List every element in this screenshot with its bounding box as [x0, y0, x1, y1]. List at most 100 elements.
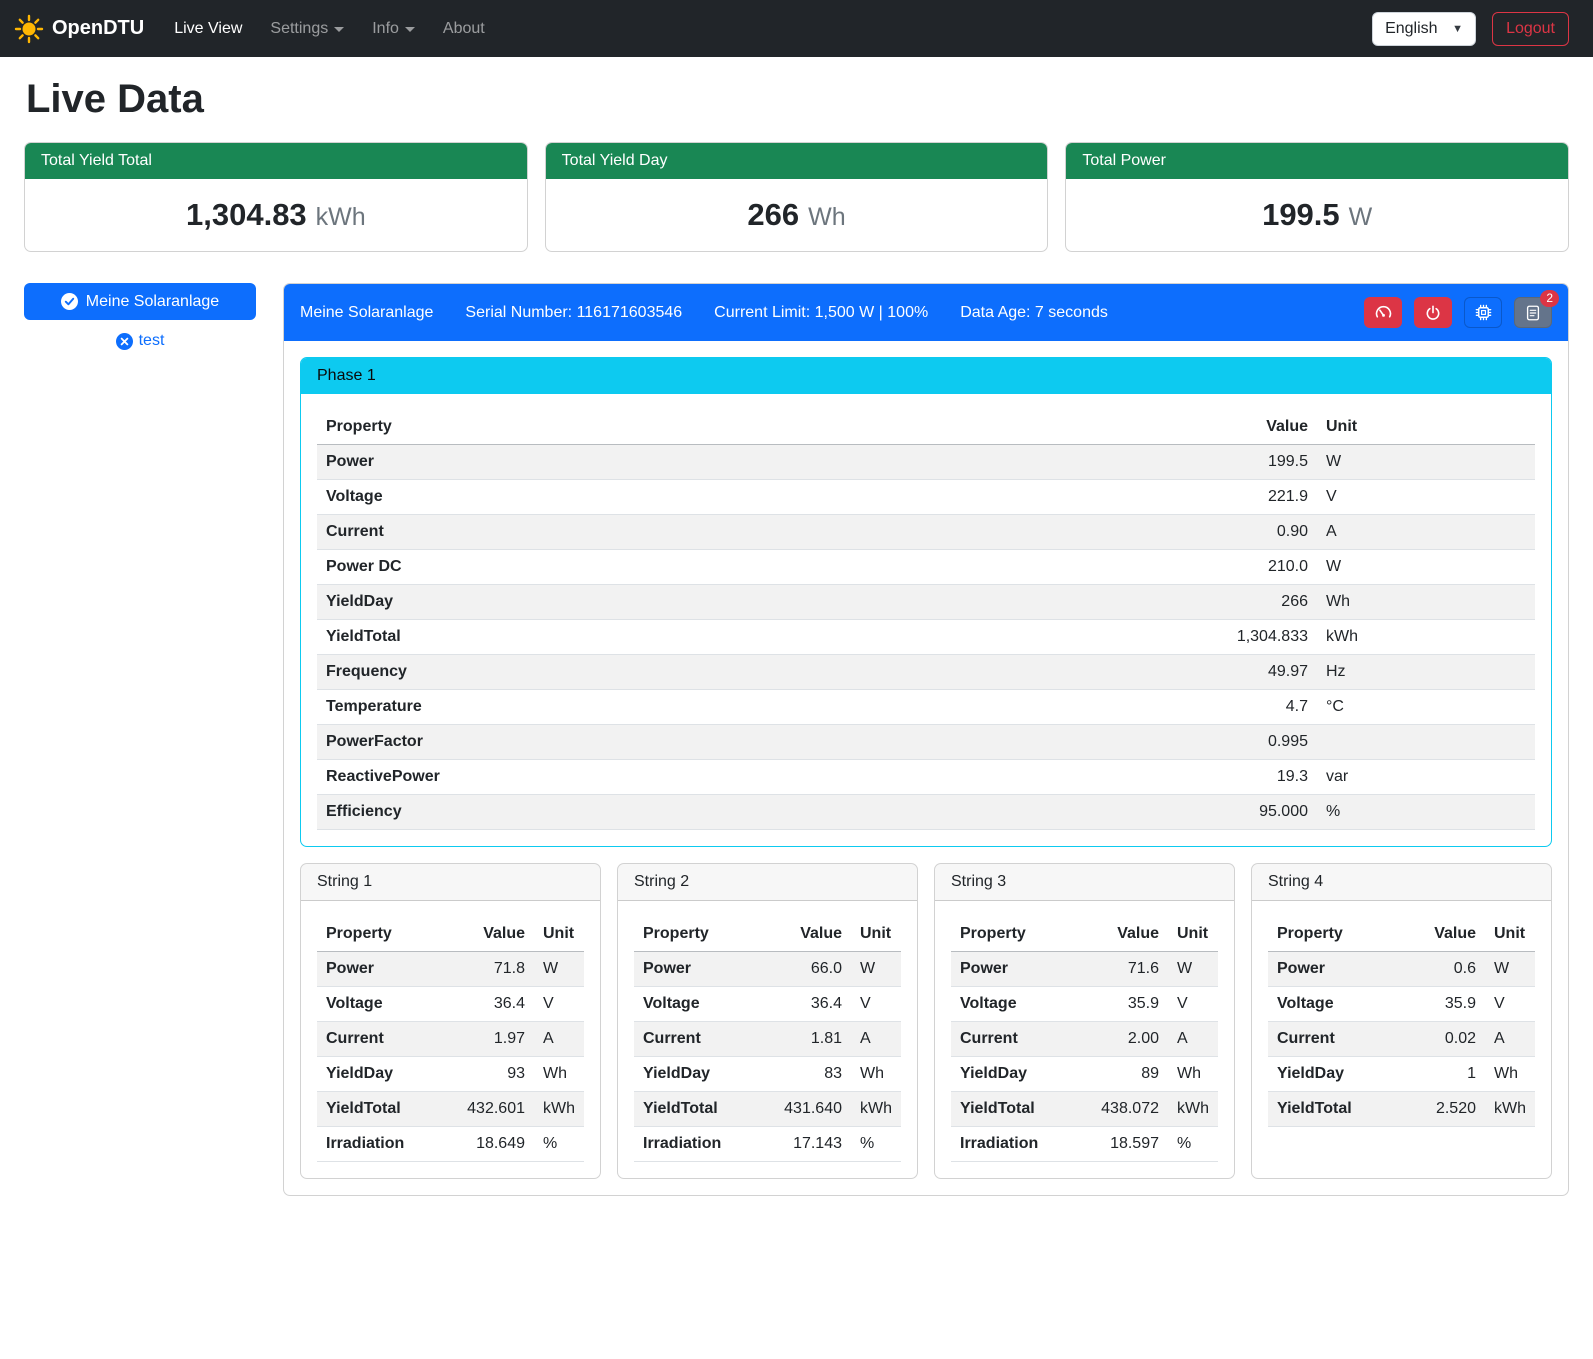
card-total-yield-day: Total Yield Day 266 Wh [545, 142, 1049, 252]
card-title: Total Yield Total [25, 143, 527, 179]
check-circle-icon [61, 293, 78, 310]
language-select[interactable]: English ▼ [1372, 12, 1476, 46]
brand[interactable]: OpenDTU [14, 14, 144, 44]
nav-settings[interactable]: Settings [258, 12, 356, 46]
inverter-serial: Serial Number: 116171603546 [465, 304, 682, 322]
value-cell: 36.4 [429, 987, 534, 1022]
table-row: Current1.97A [317, 1022, 584, 1057]
string-title: String 4 [1252, 864, 1551, 901]
nav-info[interactable]: Info [360, 12, 427, 46]
value-cell: 0.995 [1187, 725, 1317, 760]
property-cell: Current [317, 1022, 429, 1057]
sidebar-item-inactive-inverter[interactable]: test [24, 331, 256, 351]
page-container: Live Data Total Yield Total 1,304.83 kWh… [0, 57, 1593, 1220]
card-total-yield-total: Total Yield Total 1,304.83 kWh [24, 142, 528, 252]
unit-cell: Hz [1317, 655, 1535, 690]
column-header-value: Value [1063, 917, 1168, 952]
property-cell: YieldDay [317, 585, 1187, 620]
column-header-value: Value [746, 917, 851, 952]
column-header-unit: Unit [1485, 917, 1535, 952]
column-header-value: Value [1187, 410, 1317, 445]
card-total-power: Total Power 199.5 W [1065, 142, 1569, 252]
table-row: YieldDay89Wh [951, 1057, 1218, 1092]
inverter-panel-header: Meine Solaranlage Serial Number: 1161716… [284, 284, 1568, 341]
unit-cell: A [1485, 1022, 1535, 1057]
cpu-icon [1474, 303, 1493, 322]
phase-card: Phase 1 Property Value Unit P [300, 357, 1552, 847]
summary-row: Total Yield Total 1,304.83 kWh Total Yie… [24, 142, 1569, 252]
logout-button[interactable]: Logout [1492, 12, 1569, 46]
card-value: 266 [747, 197, 799, 233]
table-row: Irradiation18.597% [951, 1127, 1218, 1162]
column-header-property: Property [1268, 917, 1380, 952]
caret-down-icon [405, 27, 415, 32]
value-cell: 49.97 [1187, 655, 1317, 690]
nav-live-view-label: Live View [174, 20, 242, 38]
table-row: YieldDay83Wh [634, 1057, 901, 1092]
property-cell: YieldTotal [634, 1092, 746, 1127]
property-cell: YieldDay [1268, 1057, 1380, 1092]
unit-cell: var [1317, 760, 1535, 795]
table-row: ReactivePower19.3var [317, 760, 1535, 795]
table-row: Current2.00A [951, 1022, 1218, 1057]
card-value: 1,304.83 [186, 197, 307, 233]
nav-live-view[interactable]: Live View [162, 12, 254, 46]
value-cell: 438.072 [1063, 1092, 1168, 1127]
table-row: Voltage35.9V [1268, 987, 1535, 1022]
table-header-row: Property Value Unit [1268, 917, 1535, 952]
unit-cell: Wh [1168, 1057, 1218, 1092]
value-cell: 266 [1187, 585, 1317, 620]
property-cell: Current [951, 1022, 1063, 1057]
table-row: Power199.5W [317, 445, 1535, 480]
table-row: YieldDay266Wh [317, 585, 1535, 620]
column-header-property: Property [317, 917, 429, 952]
table-row: YieldDay93Wh [317, 1057, 584, 1092]
nav-links: Live View Settings Info About [162, 12, 1372, 46]
unit-cell: V [851, 987, 901, 1022]
property-cell: YieldDay [317, 1057, 429, 1092]
device-info-button[interactable] [1464, 297, 1502, 328]
unit-cell [1317, 725, 1535, 760]
column-header-unit: Unit [1317, 410, 1535, 445]
table-row: Current1.81A [634, 1022, 901, 1057]
unit-cell: kWh [851, 1092, 901, 1127]
property-cell: Voltage [317, 987, 429, 1022]
unit-cell: W [1317, 445, 1535, 480]
sidebar-item-active-inverter[interactable]: Meine Solaranlage [24, 283, 256, 320]
caret-down-icon [334, 27, 344, 32]
value-cell: 35.9 [1063, 987, 1168, 1022]
table-header-row: Property Value Unit [317, 410, 1535, 445]
property-cell: YieldTotal [317, 1092, 429, 1127]
nav-about[interactable]: About [431, 12, 497, 46]
table-row: YieldTotal2.520kWh [1268, 1092, 1535, 1127]
limit-settings-button[interactable] [1364, 297, 1402, 328]
value-cell: 221.9 [1187, 480, 1317, 515]
value-cell: 1,304.833 [1187, 620, 1317, 655]
property-cell: Irradiation [634, 1127, 746, 1162]
property-cell: YieldDay [951, 1057, 1063, 1092]
table-header-row: Property Value Unit [951, 917, 1218, 952]
unit-cell: W [534, 952, 584, 987]
unit-cell: A [1168, 1022, 1218, 1057]
value-cell: 2.00 [1063, 1022, 1168, 1057]
property-cell: YieldTotal [1268, 1092, 1380, 1127]
value-cell: 1.81 [746, 1022, 851, 1057]
table-row: Irradiation17.143% [634, 1127, 901, 1162]
column-header-unit: Unit [1168, 917, 1218, 952]
value-cell: 17.143 [746, 1127, 851, 1162]
phase-title: Phase 1 [301, 358, 1551, 394]
chevron-down-icon: ▼ [1452, 23, 1463, 35]
event-log-button[interactable]: 2 [1514, 297, 1552, 328]
property-cell: Temperature [317, 690, 1187, 725]
unit-cell: W [1168, 952, 1218, 987]
power-button[interactable] [1414, 297, 1452, 328]
property-cell: ReactivePower [317, 760, 1187, 795]
value-cell: 19.3 [1187, 760, 1317, 795]
value-cell: 1.97 [429, 1022, 534, 1057]
value-cell: 71.6 [1063, 952, 1168, 987]
x-circle-icon [116, 333, 133, 350]
table-row: Voltage35.9V [951, 987, 1218, 1022]
phase-table: Property Value Unit Power199.5WVoltage22… [317, 410, 1535, 830]
value-cell: 36.4 [746, 987, 851, 1022]
brand-label: OpenDTU [52, 17, 144, 40]
